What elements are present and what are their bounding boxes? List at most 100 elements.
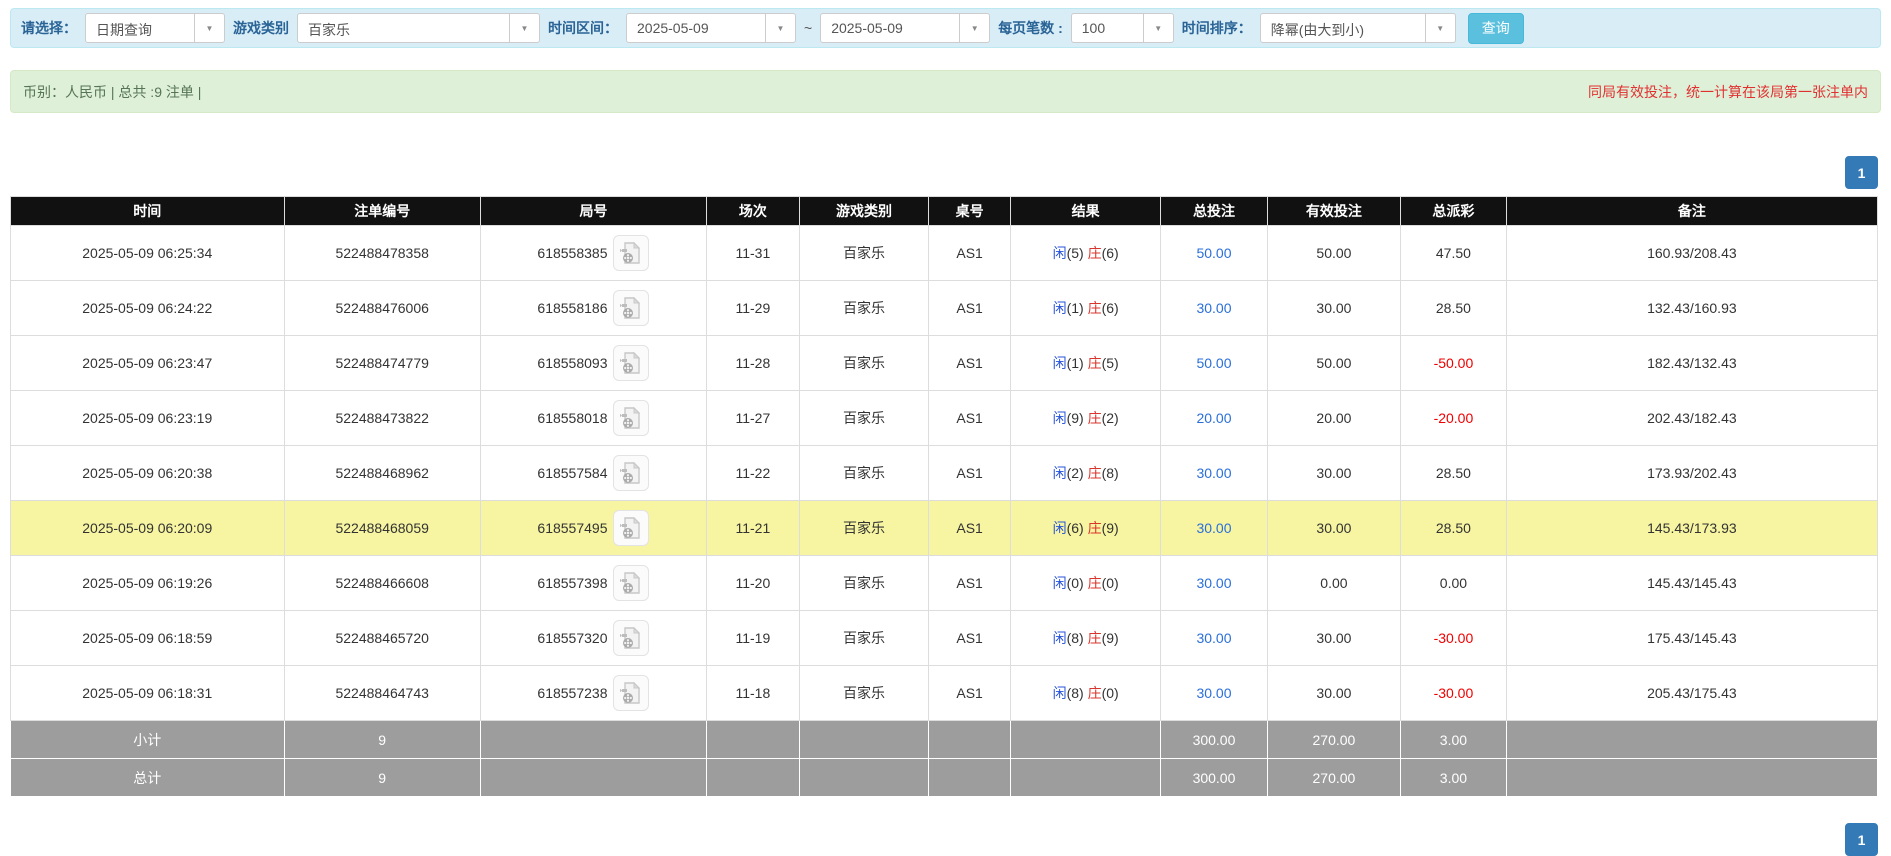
cell-valid-bet: 50.00 [1267, 336, 1400, 391]
cell-game-type: 百家乐 [799, 666, 928, 721]
cell-payout: 0.00 [1401, 556, 1507, 611]
sort-order-label: 时间排序： [1182, 18, 1252, 38]
cell-valid-bet: 30.00 [1267, 446, 1400, 501]
cell-game-type: 百家乐 [799, 281, 928, 336]
cell-table-no: AS1 [929, 446, 1011, 501]
currency-total-text: 币别：人民币 | 总共 :9 注单 | [23, 82, 201, 102]
grand-total-row: 总计9300.00270.003.00 [11, 759, 1878, 797]
cell-payout: 28.50 [1401, 501, 1507, 556]
cell-total-bet: 30.00 [1161, 446, 1268, 501]
video-replay-button[interactable] [613, 455, 649, 491]
table-row: 2025-05-09 06:20:38522488468962618557584… [11, 446, 1878, 501]
column-header-6: 结果 [1011, 197, 1161, 226]
cell-game-type: 百家乐 [799, 336, 928, 391]
pagination-page-1-top[interactable]: 1 [1845, 156, 1878, 189]
total-bet-link[interactable]: 30.00 [1196, 520, 1231, 536]
video-replay-button[interactable] [613, 400, 649, 436]
page-size-select[interactable]: 100 ▼ [1071, 13, 1174, 43]
cell-valid-bet: 30.00 [1267, 281, 1400, 336]
cell-result: 闲(8) 庄(0) [1011, 666, 1161, 721]
cell-result: 闲(1) 庄(5) [1011, 336, 1161, 391]
result-banker-score: (8) [1102, 465, 1119, 481]
result-banker-label: 庄 [1088, 410, 1102, 426]
footer-empty-cell [1011, 721, 1161, 759]
cell-round-id: 618558093 [480, 336, 706, 391]
column-header-5: 桌号 [929, 197, 1011, 226]
cell-round-id: 618558385 [480, 226, 706, 281]
total-bet-link[interactable]: 50.00 [1196, 355, 1231, 371]
cell-bet-id: 522488476006 [284, 281, 480, 336]
pagination-page-1-bottom[interactable]: 1 [1845, 823, 1878, 856]
footer-payout: 3.00 [1401, 759, 1507, 797]
footer-valid-bet: 270.00 [1267, 759, 1400, 797]
total-bet-link[interactable]: 30.00 [1196, 465, 1231, 481]
footer-empty-cell [799, 721, 928, 759]
footer-empty-cell [799, 759, 928, 797]
cell-remark: 145.43/145.43 [1506, 556, 1877, 611]
total-bet-link[interactable]: 20.00 [1196, 410, 1231, 426]
cell-round-id: 618557238 [480, 666, 706, 721]
total-bet-link[interactable]: 30.00 [1196, 300, 1231, 316]
cell-game-type: 百家乐 [799, 446, 928, 501]
video-replay-button[interactable] [613, 510, 649, 546]
cell-session: 11-21 [706, 501, 799, 556]
cell-valid-bet: 20.00 [1267, 391, 1400, 446]
cell-game-type: 百家乐 [799, 611, 928, 666]
round-id-value: 618557398 [537, 575, 607, 591]
video-replay-button[interactable] [613, 290, 649, 326]
total-bet-link[interactable]: 50.00 [1196, 245, 1231, 261]
round-id-value: 618557495 [537, 520, 607, 536]
game-type-value: 百家乐 [298, 14, 509, 42]
video-replay-button[interactable] [613, 565, 649, 601]
cell-time: 2025-05-09 06:18:59 [11, 611, 285, 666]
result-banker-score: (0) [1102, 685, 1119, 701]
cell-session: 11-18 [706, 666, 799, 721]
sort-order-select[interactable]: 降幂(由大到小) ▼ [1260, 13, 1456, 43]
result-player-label: 闲 [1053, 465, 1067, 481]
video-replay-button[interactable] [613, 235, 649, 271]
footer-total-bet: 300.00 [1161, 759, 1268, 797]
cell-total-bet: 30.00 [1161, 501, 1268, 556]
column-header-7: 总投注 [1161, 197, 1268, 226]
cell-table-no: AS1 [929, 336, 1011, 391]
query-type-select[interactable]: 日期查询 ▼ [85, 13, 225, 43]
video-file-icon [620, 241, 642, 265]
round-id-value: 618557584 [537, 465, 607, 481]
total-bet-link[interactable]: 30.00 [1196, 575, 1231, 591]
total-bet-link[interactable]: 30.00 [1196, 630, 1231, 646]
date-from-select[interactable]: 2025-05-09 ▼ [626, 13, 796, 43]
result-banker-label: 庄 [1088, 520, 1102, 536]
filter-bar: 请选择： 日期查询 ▼ 游戏类别 百家乐 ▼ 时间区间： 2025-05-09 … [10, 8, 1881, 48]
search-button[interactable]: 查询 [1468, 13, 1524, 44]
cell-result: 闲(8) 庄(9) [1011, 611, 1161, 666]
result-player-score: (1) [1067, 355, 1084, 371]
video-replay-button[interactable] [613, 675, 649, 711]
cell-payout: -30.00 [1401, 611, 1507, 666]
cell-payout: 28.50 [1401, 281, 1507, 336]
total-bet-link[interactable]: 30.00 [1196, 685, 1231, 701]
result-player-label: 闲 [1053, 520, 1067, 536]
cell-session: 11-28 [706, 336, 799, 391]
footer-count: 9 [284, 759, 480, 797]
cell-remark: 182.43/132.43 [1506, 336, 1877, 391]
page-size-label: 每页笔数 : [998, 18, 1063, 38]
game-type-select[interactable]: 百家乐 ▼ [297, 13, 540, 43]
result-banker-label: 庄 [1088, 630, 1102, 646]
cell-table-no: AS1 [929, 556, 1011, 611]
date-to-select[interactable]: 2025-05-09 ▼ [820, 13, 990, 43]
footer-count: 9 [284, 721, 480, 759]
pagination-top: 1 [0, 156, 1878, 189]
cell-table-no: AS1 [929, 501, 1011, 556]
footer-label: 小计 [11, 721, 285, 759]
round-id-group: 618558093 [485, 345, 702, 381]
cell-remark: 175.43/145.43 [1506, 611, 1877, 666]
footer-empty-cell [480, 721, 706, 759]
footer-empty-cell [706, 721, 799, 759]
valid-bet-notice-text: 同局有效投注，统一计算在该局第一张注单内 [1588, 82, 1868, 102]
video-replay-button[interactable] [613, 345, 649, 381]
table-row: 2025-05-09 06:24:22522488476006618558186… [11, 281, 1878, 336]
column-header-9: 总派彩 [1401, 197, 1507, 226]
cell-round-id: 618557584 [480, 446, 706, 501]
cell-round-id: 618557320 [480, 611, 706, 666]
video-replay-button[interactable] [613, 620, 649, 656]
